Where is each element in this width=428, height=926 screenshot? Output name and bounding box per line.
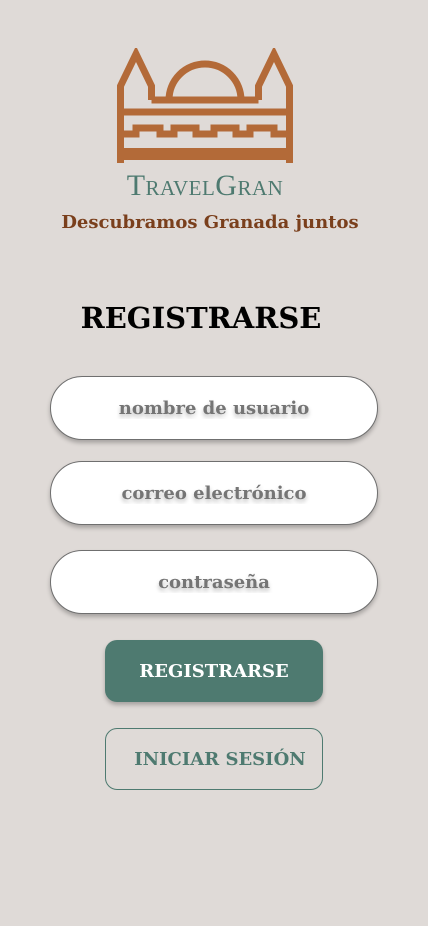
tagline: Descubramos Granada juntos [61, 212, 359, 233]
password-input[interactable] [51, 551, 377, 613]
password-field-container [50, 550, 378, 614]
cathedral-logo-icon [117, 48, 293, 163]
email-input[interactable] [51, 462, 377, 524]
username-input[interactable] [51, 377, 377, 439]
app-name: TravelGran [126, 169, 284, 202]
username-field-container [50, 376, 378, 440]
login-button[interactable]: INICIAR SESIÓN [105, 728, 323, 790]
register-button[interactable]: REGISTRARSE [105, 640, 323, 702]
email-field-container [50, 461, 378, 525]
page-title: REGISTRARSE [80, 301, 322, 335]
